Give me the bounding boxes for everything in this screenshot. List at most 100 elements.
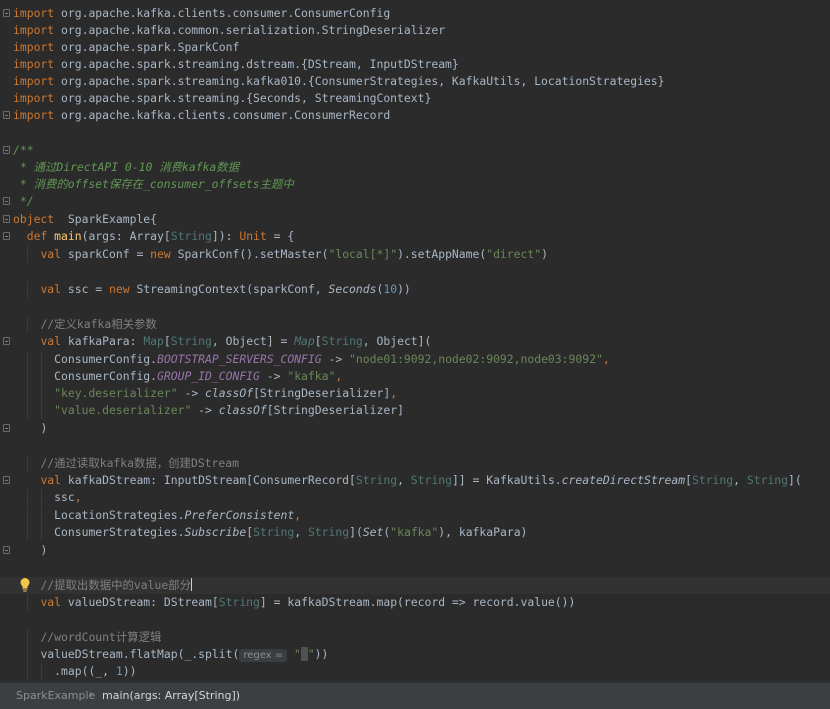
fold-marker-icon[interactable]	[3, 146, 10, 154]
string-literal: "kafka"	[390, 525, 439, 539]
code-line[interactable]: //通过读取kafka数据，创建DStream	[0, 455, 830, 472]
punctuation: ,	[602, 352, 610, 366]
keyword: val	[40, 334, 62, 348]
code-line[interactable]: object SparkExample{	[0, 211, 830, 228]
code-line[interactable]: .map((_, 1))	[0, 663, 830, 680]
code-line[interactable]: ConsumerConfig.GROUP_ID_CONFIG -> "kafka…	[0, 368, 830, 385]
code-line[interactable]: val kafkaPara: Map[String, Object] = Map…	[0, 333, 830, 350]
code-line[interactable]: )	[0, 542, 830, 559]
text-caret	[190, 578, 192, 591]
code-line[interactable]: */	[0, 193, 830, 210]
code-text: [StringDeserializer]	[253, 386, 391, 400]
string-literal: "local[*]"	[328, 247, 398, 261]
code-line[interactable]: "key.deserializer" -> classOf[StringDese…	[0, 385, 830, 402]
code-line[interactable]: //wordCount计算逻辑	[0, 629, 830, 646]
code-line[interactable]: import org.apache.spark.streaming.kafka0…	[0, 73, 830, 90]
punctuation: ,	[335, 369, 343, 383]
code-text: ConsumerStrategies.	[54, 525, 185, 539]
code-line[interactable]: import org.apache.kafka.common.serializa…	[0, 22, 830, 39]
doc-comment: * 通过DirectAPI 0-10 消费kafka数据	[13, 160, 240, 174]
code-text: ssc =	[61, 282, 110, 296]
code-text: org.apache.kafka.common.serialization.St…	[54, 23, 446, 37]
fold-marker-icon[interactable]	[3, 546, 10, 554]
string-literal: "key.deserializer"	[54, 386, 178, 400]
code-line[interactable]: val valueDStream: DStream[String] = kafk…	[0, 594, 830, 611]
keyword: val	[40, 282, 62, 296]
string-literal: "value.deserializer"	[54, 403, 192, 417]
method-call: Seconds	[328, 282, 377, 296]
code-text: LocationStrategies.	[54, 508, 185, 522]
breadcrumb-separator: ›	[89, 689, 93, 700]
code-line[interactable]: ConsumerConfig.BOOTSTRAP_SERVERS_CONFIG …	[0, 351, 830, 368]
keyword: import	[13, 108, 55, 122]
code-line[interactable]: valueDStream.flatMap(_.split(regex = " "…	[0, 646, 830, 663]
keyword: import	[13, 91, 55, 105]
number-literal: 10	[383, 282, 398, 296]
fold-marker-icon[interactable]	[3, 215, 10, 223]
type-name: String	[307, 525, 350, 539]
fold-marker-icon[interactable]	[3, 197, 10, 205]
code-text: sparkConf =	[61, 247, 151, 261]
string-literal: "direct"	[486, 247, 542, 261]
code-line[interactable]: * 消费的offset保存在_consumer_offsets主题中	[0, 176, 830, 193]
fold-marker-icon[interactable]	[3, 424, 10, 432]
code-line[interactable]: val ssc = new StreamingContext(sparkConf…	[0, 281, 830, 298]
code-line[interactable]: import org.apache.spark.streaming.{Secon…	[0, 90, 830, 107]
code-line[interactable]: LocationStrategies.PreferConsistent,	[0, 507, 830, 524]
fold-marker-icon[interactable]	[3, 476, 10, 484]
type-name: String	[218, 595, 260, 609]
fold-marker-icon[interactable]	[3, 337, 10, 345]
type-name: Map	[143, 334, 164, 348]
code-line[interactable]: val sparkConf = new SparkConf().setMaste…	[0, 246, 830, 263]
code-text: org.apache.spark.streaming.{Seconds, Str…	[54, 91, 432, 105]
code-line[interactable]: val kafkaDStream: InputDStream[ConsumerR…	[0, 472, 830, 489]
code-line[interactable]: ssc,	[0, 489, 830, 506]
keyword: Unit	[239, 229, 267, 243]
code-text: ->	[191, 403, 219, 417]
code-line[interactable]: "value.deserializer" -> classOf[StringDe…	[0, 402, 830, 419]
code-editor[interactable]: import org.apache.kafka.clients.consumer…	[0, 0, 830, 682]
code-text: ConsumerConfig.	[54, 352, 158, 366]
fold-marker-icon[interactable]	[3, 9, 10, 17]
type-name: String	[410, 473, 452, 487]
punctuation: ,	[294, 508, 302, 522]
code-text: valueDStream.flatMap(_.split(	[40, 647, 240, 661]
code-text: ](	[349, 525, 363, 539]
code-text: ]] = KafkaUtils.	[451, 473, 562, 487]
code-line[interactable]: //定义kafka相关参数	[0, 316, 830, 333]
breadcrumb-object[interactable]: SparkExample	[16, 689, 95, 702]
code-line[interactable]: import org.apache.spark.SparkConf	[0, 39, 830, 56]
breadcrumb-method[interactable]: main(args: Array[String])	[102, 689, 240, 702]
breadcrumb: SparkExample › main(args: Array[String])	[0, 682, 830, 709]
keyword: import	[13, 57, 55, 71]
code-line[interactable]: def main(args: Array[String]): Unit = {	[0, 228, 830, 245]
code-line[interactable]: )	[0, 420, 830, 437]
code-line[interactable]: /**	[0, 142, 830, 159]
lightbulb-icon[interactable]	[19, 577, 31, 593]
method-call: createDirectStream	[561, 473, 686, 487]
code-line[interactable]: ConsumerStrategies.Subscribe[String, Str…	[0, 524, 830, 541]
fold-marker-icon[interactable]	[3, 111, 10, 119]
code-line[interactable]: import org.apache.kafka.clients.consumer…	[0, 5, 830, 22]
code-text: org.apache.spark.SparkConf	[54, 40, 240, 54]
code-text: [StringDeserializer]	[266, 403, 404, 417]
code-line[interactable]: import org.apache.kafka.clients.consumer…	[0, 107, 830, 124]
string-literal: "node01:9092,node02:9092,node03:9092"	[349, 352, 603, 366]
fold-marker-icon[interactable]	[3, 232, 10, 240]
code-line[interactable]: import org.apache.spark.streaming.dstrea…	[0, 56, 830, 73]
code-text: SparkExample{	[54, 212, 158, 226]
keyword: import	[13, 6, 55, 20]
code-text: ,	[294, 525, 308, 539]
code-line[interactable]: * 通过DirectAPI 0-10 消费kafka数据	[0, 159, 830, 176]
code-text: ]):	[211, 229, 240, 243]
current-line[interactable]: //提取出数据中的value部分	[0, 577, 830, 594]
